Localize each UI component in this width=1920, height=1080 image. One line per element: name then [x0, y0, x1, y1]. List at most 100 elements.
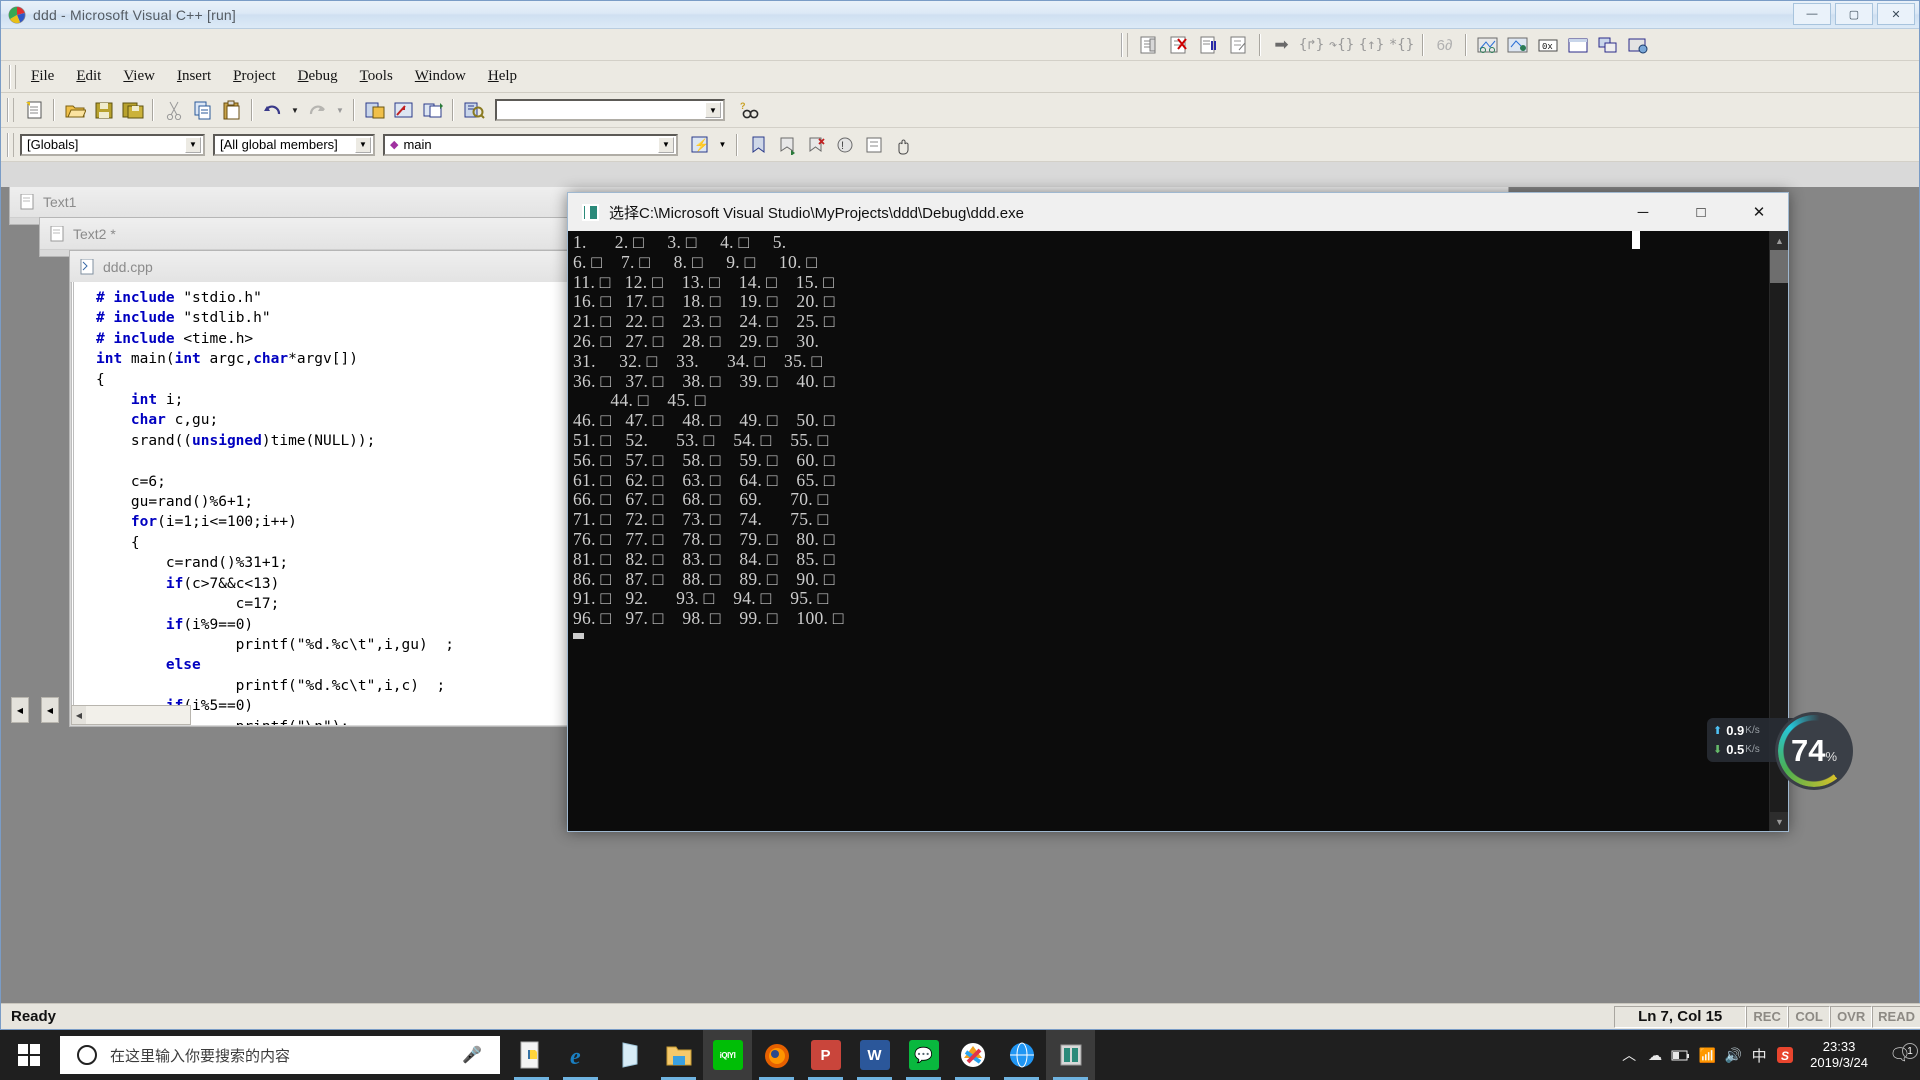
taskbar-app-firefox[interactable]: [752, 1030, 801, 1080]
copy-icon[interactable]: [189, 97, 216, 123]
disassembly-icon[interactable]: [1624, 32, 1651, 58]
save-all-icon[interactable]: [119, 97, 146, 123]
window-list-icon[interactable]: [419, 97, 446, 123]
scroll-thumb[interactable]: [1770, 250, 1788, 283]
ime-language-icon[interactable]: 中: [1746, 1045, 1772, 1066]
vc-maximize-button[interactable]: ▢: [1835, 3, 1873, 25]
console-title-bar[interactable]: 选择C:\Microsoft Visual Studio\MyProjects\…: [568, 193, 1788, 231]
undo-dropdown-icon[interactable]: ▼: [288, 97, 302, 123]
wifi-icon[interactable]: 📶: [1694, 1047, 1720, 1064]
mdi-scroll-left-icon-2[interactable]: ◀: [41, 697, 59, 723]
find-combo[interactable]: ▼: [495, 99, 725, 121]
console-minimize-button[interactable]: ─: [1614, 193, 1672, 231]
redo-icon[interactable]: [304, 97, 331, 123]
toolbar-grip[interactable]: [7, 132, 14, 157]
members-combo[interactable]: [All global members] ▼: [213, 133, 375, 156]
menu-item-project[interactable]: Project: [222, 65, 287, 88]
console-maximize-button[interactable]: □: [1672, 193, 1730, 231]
clear-bookmarks-icon[interactable]: [802, 132, 829, 158]
cut-icon[interactable]: [160, 97, 187, 123]
vc-minimize-button[interactable]: —: [1793, 3, 1831, 25]
step-out-icon[interactable]: {↑}: [1358, 32, 1385, 58]
taskbar-clock[interactable]: 23:33 2019/3/24: [1798, 1039, 1880, 1071]
taskbar-app-python-idle[interactable]: [507, 1030, 556, 1080]
variables-window-icon[interactable]: [1504, 32, 1531, 58]
vc-close-button[interactable]: ✕: [1877, 3, 1915, 25]
scroll-down-icon[interactable]: ▼: [1770, 812, 1788, 831]
menu-item-file[interactable]: File: [20, 65, 65, 88]
microphone-icon[interactable]: 🎤: [462, 1045, 482, 1065]
wizardbar-action-icon[interactable]: ⚡: [686, 132, 713, 158]
menu-item-help[interactable]: Help: [477, 65, 528, 88]
hand-tool-icon[interactable]: [889, 132, 916, 158]
menu-grip[interactable]: [9, 64, 16, 89]
taskbar-app-iqiyi[interactable]: iQIYI: [703, 1030, 752, 1080]
taskbar-app-internet-explorer[interactable]: e: [556, 1030, 605, 1080]
bookmark-icon[interactable]: [744, 132, 771, 158]
step-over-icon[interactable]: ↷{}: [1328, 32, 1355, 58]
taskbar-search-box[interactable]: 在这里输入你要搜索的内容 🎤: [60, 1036, 500, 1074]
scroll-left-icon[interactable]: ◀: [72, 706, 86, 724]
disable-breakpoint-icon[interactable]: [1195, 32, 1222, 58]
new-file-icon[interactable]: [20, 97, 47, 123]
find-help-icon[interactable]: ?: [735, 97, 762, 123]
menu-item-view[interactable]: View: [112, 65, 166, 88]
undo-icon[interactable]: [259, 97, 286, 123]
scroll-track[interactable]: [86, 706, 190, 724]
menu-item-insert[interactable]: Insert: [166, 65, 222, 88]
menu-item-tools[interactable]: Tools: [349, 65, 404, 88]
edit-breakpoints-icon[interactable]: [1225, 32, 1252, 58]
menu-item-window[interactable]: Window: [404, 65, 477, 88]
scroll-up-icon[interactable]: ▲: [1770, 231, 1788, 250]
menu-item-debug[interactable]: Debug: [287, 65, 349, 88]
console-close-button[interactable]: ✕: [1730, 193, 1788, 231]
menu-item-edit[interactable]: Edit: [65, 65, 112, 88]
redo-dropdown-icon[interactable]: ▼: [333, 97, 347, 123]
taskbar-app-powerpoint[interactable]: P: [801, 1030, 850, 1080]
chevron-down-icon[interactable]: ▼: [705, 102, 721, 118]
console-window[interactable]: 选择C:\Microsoft Visual Studio\MyProjects\…: [567, 192, 1789, 832]
sogou-input-icon[interactable]: S: [1772, 1045, 1798, 1065]
go-icon[interactable]: ➡: [1268, 32, 1295, 58]
watch-window-icon[interactable]: [1474, 32, 1501, 58]
taskbar-app-wechat[interactable]: 💬: [899, 1030, 948, 1080]
memory-window-icon[interactable]: [1564, 32, 1591, 58]
taskbar-app-file-explorer[interactable]: [654, 1030, 703, 1080]
comment-icon[interactable]: !: [831, 132, 858, 158]
properties-icon[interactable]: [860, 132, 887, 158]
globals-combo[interactable]: [Globals] ▼: [20, 133, 205, 156]
registers-window-icon[interactable]: 0x: [1534, 32, 1561, 58]
chevron-down-icon[interactable]: ▼: [185, 136, 201, 153]
remove-all-breakpoints-icon[interactable]: [1165, 32, 1192, 58]
toolbar-grip[interactable]: [7, 98, 14, 122]
taskbar-app-browser[interactable]: [997, 1030, 1046, 1080]
taskbar-app-kugou[interactable]: [948, 1030, 997, 1080]
console-output-area[interactable]: 1. 2. □ 3. □ 4. □ 5. 6. □ 7. □ 8. □ 9. □…: [568, 231, 1788, 831]
mdi-scroll-left-icon[interactable]: ◀: [11, 697, 29, 723]
step-into-icon[interactable]: {↱}: [1298, 32, 1325, 58]
volume-icon[interactable]: 🔊: [1720, 1047, 1746, 1064]
battery-icon[interactable]: [1668, 1048, 1694, 1062]
open-folder-icon[interactable]: [61, 97, 88, 123]
chevron-up-icon[interactable]: ︿: [1616, 1045, 1642, 1065]
action-center-button[interactable]: 🗨 1: [1880, 1043, 1920, 1065]
taskbar-app-onenote[interactable]: [605, 1030, 654, 1080]
start-button[interactable]: [0, 1030, 58, 1080]
output-window-icon[interactable]: [390, 97, 417, 123]
workspace-window-icon[interactable]: [361, 97, 388, 123]
editor-horizontal-scrollbar[interactable]: ◀: [71, 705, 191, 725]
chevron-down-icon[interactable]: ▼: [355, 136, 371, 153]
chevron-down-icon[interactable]: ▼: [658, 136, 674, 153]
call-stack-icon[interactable]: [1594, 32, 1621, 58]
save-icon[interactable]: [90, 97, 117, 123]
taskbar-app-word[interactable]: W: [850, 1030, 899, 1080]
quickwatch-icon[interactable]: 6∂: [1431, 32, 1458, 58]
cpu-usage-gauge[interactable]: 74 %: [1775, 712, 1853, 790]
run-to-cursor-icon[interactable]: *{}: [1388, 32, 1415, 58]
insert-remove-breakpoint-icon[interactable]: [1135, 32, 1162, 58]
wizardbar-dropdown-icon[interactable]: ▼: [715, 132, 730, 158]
paste-icon[interactable]: [218, 97, 245, 123]
toolbar-grip[interactable]: [1121, 33, 1128, 57]
taskbar-app-visual-cpp[interactable]: [1046, 1030, 1095, 1080]
next-bookmark-icon[interactable]: [773, 132, 800, 158]
